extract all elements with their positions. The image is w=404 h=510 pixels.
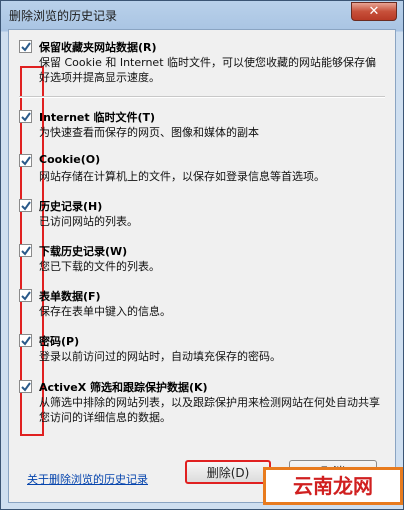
item-title: 表单数据(F)	[39, 290, 101, 303]
separator	[19, 96, 385, 98]
check-icon	[21, 42, 31, 52]
window-title: 删除浏览的历史记录	[9, 9, 118, 23]
item-description: 保留 Cookie 和 Internet 临时文件，可以使您收藏的网站能够保存偏…	[39, 56, 376, 84]
item-description: 网站存储在计算机上的文件，以保存如登录信息等首选项。	[39, 170, 325, 183]
checkbox-form-data[interactable]	[19, 289, 32, 302]
item-title: Internet 临时文件(T)	[39, 111, 156, 124]
item-description: 已访问网站的列表。	[39, 215, 138, 228]
about-deleting-history-link[interactable]: 关于删除浏览的历史记录	[27, 471, 148, 487]
dialog-window: 删除浏览的历史记录 ✕ 保留收藏夹网站数据(R) 保留 Cookie 和 Int…	[0, 0, 404, 510]
checkbox-passwords[interactable]	[19, 334, 32, 347]
item-description: 您已下载的文件的列表。	[39, 260, 160, 273]
checkbox-activex-tracking[interactable]	[19, 380, 32, 393]
checkbox-download-history[interactable]	[19, 244, 32, 257]
item-description: 保存在表单中键入的信息。	[39, 305, 171, 318]
item-title: 历史记录(H)	[39, 200, 103, 213]
check-icon	[21, 112, 31, 122]
site-watermark: 云南龙网	[263, 467, 403, 505]
title-bar[interactable]: 删除浏览的历史记录 ✕	[1, 1, 403, 29]
delete-button[interactable]: 删除(D)	[185, 460, 271, 484]
close-button[interactable]: ✕	[351, 2, 397, 21]
check-icon	[21, 382, 31, 392]
item-description: 为快速查看而保存的网页、图像和媒体的副本	[39, 126, 259, 139]
item-title: 密码(P)	[39, 335, 80, 348]
item-description: 从筛选中排除的网站列表，以及跟踪保护用来检测网站在何处自动共享您访问的详细信息的…	[39, 396, 380, 424]
checkbox-history[interactable]	[19, 199, 32, 212]
checkbox-cookies[interactable]	[19, 154, 32, 167]
check-icon	[21, 336, 31, 346]
item-title: 下载历史记录(W)	[39, 245, 128, 258]
item-title: 保留收藏夹网站数据(R)	[39, 41, 157, 54]
check-icon	[21, 156, 31, 166]
item-title: ActiveX 筛选和跟踪保护数据(K)	[39, 381, 208, 394]
check-icon	[21, 246, 31, 256]
item-description: 登录以前访问过的网站时，自动填充保存的密码。	[39, 350, 281, 363]
check-icon	[21, 201, 31, 211]
checkbox-preserve-favorites[interactable]	[19, 40, 32, 53]
item-title: Cookie(O)	[39, 153, 101, 166]
checkbox-temp-files[interactable]	[19, 110, 32, 123]
dialog-body: 保留收藏夹网站数据(R) 保留 Cookie 和 Internet 临时文件，可…	[8, 29, 396, 503]
check-icon	[21, 291, 31, 301]
